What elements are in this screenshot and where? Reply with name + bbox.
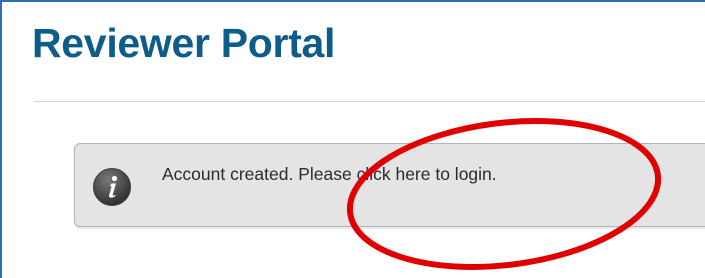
alert-message-text: Account created.: [162, 164, 294, 184]
portal-window: Reviewer Portal Account created. Please …: [0, 0, 705, 278]
header-divider: [34, 101, 705, 102]
info-icon: [93, 168, 131, 206]
alert-message: Account created. Please click here to lo…: [162, 164, 497, 185]
account-created-alert: Account created. Please click here to lo…: [74, 143, 705, 227]
login-link[interactable]: Please click here to login.: [298, 164, 496, 184]
page-title: Reviewer Portal: [32, 20, 336, 66]
